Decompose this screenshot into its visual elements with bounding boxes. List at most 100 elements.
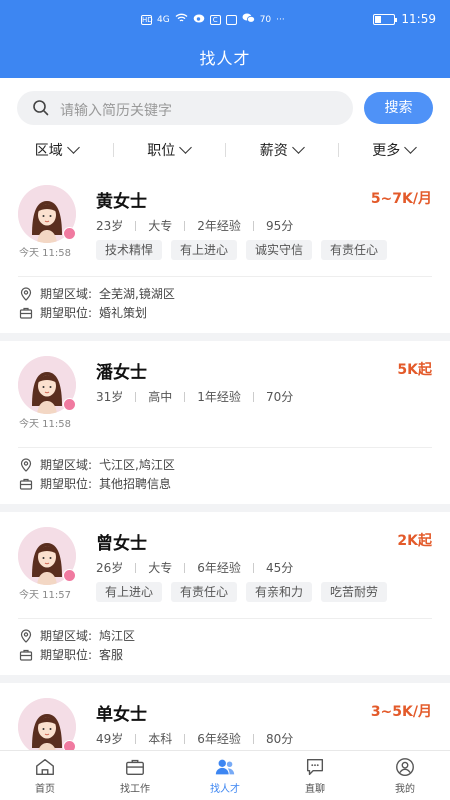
signal-icon: 4G [157,14,170,25]
expected-area-row: 期望区域: 弋江区,鸠江区 [19,456,175,473]
filter-salary[interactable]: 薪资 [225,138,338,162]
age: 31岁 [96,390,124,404]
briefcase-icon [19,307,33,319]
separator [135,220,137,231]
briefcase-icon [19,478,33,490]
candidate-info: 49岁 本科 6年经验 80分 [96,730,293,747]
ad-icon: 70 [259,14,272,25]
tab-home[interactable]: 首页 [0,751,90,800]
position-label: 期望职位: [40,306,93,320]
talent-card[interactable]: 今天 11:57 曾女士 2K起 26岁 大专 6年经验 45分 有上进心 有责任心 有亲和力 吃苦… [0,512,450,675]
divider [18,618,432,619]
separator [184,391,186,402]
tab-label: 首页 [35,784,55,795]
user-icon [396,758,414,776]
separator [184,733,186,744]
search-placeholder: 请输入简历关键字 [60,103,172,119]
candidate-info: 31岁 高中 1年经验 70分 [96,388,293,405]
expected-area-row: 期望区域: 鸠江区 [19,627,135,644]
chevron-down-icon [291,141,305,154]
position-value: 客服 [99,648,124,662]
separator [135,562,137,573]
expected-salary: 3~5K/月 [370,704,432,720]
expected-salary: 5K起 [397,362,432,378]
age: 23岁 [96,219,124,233]
expected-position-row: 期望职位: 婚礼策划 [19,304,147,321]
search-area: 请输入简历关键字 搜索 区域 职位 薪资 更多 [0,78,450,170]
page-title: 找人才 [199,49,251,68]
separator [252,562,254,573]
candidate-name: 黄女士 [96,192,147,212]
bottom-tab-bar: 首页 找工作 找人才 直聊 我的 [0,750,450,800]
chat-badge-icon [63,569,76,582]
tab-label: 找人才 [210,784,240,795]
filter-label: 区域 [34,143,63,159]
area-value: 鸠江区 [99,629,136,643]
status-right: 11:59 [373,12,436,26]
position-value: 其他招聘信息 [99,477,172,491]
skill-tag: 技术精悍 [96,240,163,260]
weibo-icon [193,13,205,26]
skill-tag: 吃苦耐劳 [321,582,388,602]
briefcase-icon [19,649,33,661]
tab-find-job[interactable]: 找工作 [90,751,180,800]
score: 45分 [265,561,294,575]
age: 49岁 [96,732,124,746]
tab-label: 找工作 [120,784,150,795]
tab-chat[interactable]: 直聊 [270,751,360,800]
home-icon [36,758,54,776]
more-icon: ··· [276,14,285,25]
divider [18,276,432,277]
separator [184,220,186,231]
score: 95分 [265,219,294,233]
talent-card[interactable]: 今天 11:58 黄女士 5~7K/月 23岁 大专 2年经验 95分 技术精悍 有上进心 诚实守… [0,170,450,333]
score: 80分 [265,732,294,746]
search-icon [33,100,49,116]
location-icon [20,457,32,472]
skill-tag: 有亲和力 [246,582,313,602]
update-time: 今天 11:58 [19,419,71,430]
expected-salary: 2K起 [397,533,432,549]
status-time: 11:59 [401,12,436,26]
search-button[interactable]: 搜索 [364,92,433,124]
update-time: 今天 11:58 [19,248,71,259]
filter-area[interactable]: 区域 [0,138,113,162]
chevron-down-icon [66,141,80,154]
education: 大专 [148,219,173,233]
location-icon [20,286,32,301]
chat-badge-icon [63,227,76,240]
area-value: 弋江区,鸠江区 [99,458,175,472]
wifi-icon [175,13,188,26]
update-time: 今天 11:57 [19,590,71,601]
candidate-info: 26岁 大专 6年经验 45分 [96,559,293,576]
skill-tag: 有上进心 [171,240,238,260]
candidate-name: 曾女士 [96,534,147,554]
tab-mine[interactable]: 我的 [360,751,450,800]
experience: 6年经验 [197,732,241,746]
chat-badge-icon [63,398,76,411]
search-input[interactable]: 请输入简历关键字 [17,91,353,125]
divider [18,447,432,448]
filter-position[interactable]: 职位 [112,138,226,162]
filter-more[interactable]: 更多 [337,138,450,162]
briefcase-icon [126,759,144,776]
status-bar: HD 4G C 70 ··· 11:59 [0,11,450,29]
separator [135,733,137,744]
tab-find-talent[interactable]: 找人才 [180,751,270,800]
tab-label: 直聊 [305,784,325,795]
expected-position-row: 期望职位: 其他招聘信息 [19,475,171,492]
chevron-down-icon [404,141,418,154]
people-icon [215,759,235,775]
skill-tags: 技术精悍 有上进心 诚实守信 有责任心 [96,240,388,260]
battery-icon [373,13,398,25]
expected-salary: 5~7K/月 [370,191,432,207]
candidate-name: 潘女士 [96,363,147,383]
area-label: 期望区域: [40,287,93,301]
app-icon [225,14,237,25]
filter-bar: 区域 职位 薪资 更多 [0,138,450,162]
experience: 1年经验 [197,390,241,404]
separator [184,562,186,573]
chevron-down-icon [179,141,193,154]
chat-icon [306,758,324,776]
talent-card[interactable]: 今天 11:58 潘女士 5K起 31岁 高中 1年经验 70分期望区域: 弋江区,鸠江区 期望… [0,341,450,504]
